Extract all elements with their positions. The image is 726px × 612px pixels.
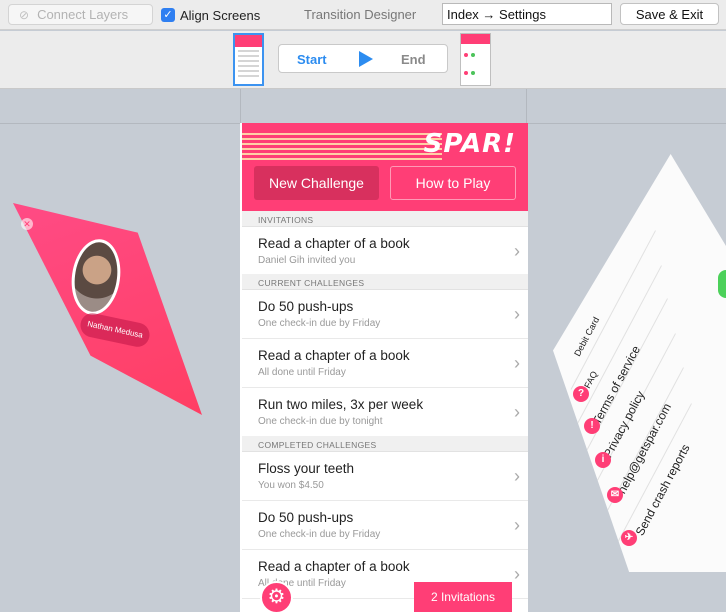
help-icon: ? [573,386,589,402]
start-end-control: Start End [278,44,448,73]
toggle-switch[interactable] [718,270,726,298]
close-icon: ✕ [21,218,33,230]
end-screen-thumbnail[interactable] [460,33,491,86]
row-divider [570,230,656,390]
row-subtitle: All done until Friday [258,367,346,378]
list-item[interactable]: Do 50 push-ups One check-in due by Frida… [242,290,528,339]
save-exit-button[interactable]: Save & Exit [620,3,719,25]
row-title: Read a chapter of a book [258,559,410,574]
row-title: Floss your teeth [258,461,355,476]
chevron-right-icon: › [514,564,520,584]
section-header-completed: COMPLETED CHALLENGES [242,436,528,452]
chevron-right-icon: › [514,515,520,535]
thumbnail-dot [471,53,475,57]
mail-icon: ✉ [607,487,623,503]
row-title: Read a chapter of a book [258,236,410,251]
row-subtitle: One check-in due by Friday [258,318,381,329]
start-label[interactable]: Start [297,52,327,67]
row-subtitle: Daniel Gih invited you [258,255,356,266]
right-transition-screen[interactable] [553,154,726,572]
chevron-right-icon: › [514,241,520,261]
thumbnail-line [238,70,259,72]
window-title: Transition Designer [304,7,417,22]
row-title: Do 50 push-ups [258,510,354,525]
info-icon: i [595,452,611,468]
list-item[interactable]: Do 50 push-ups One check-in due by Frida… [242,501,528,550]
header-stripes [242,133,442,161]
link-icon: ⊘ [19,7,30,22]
thumbnail-header [461,34,490,44]
list-item[interactable]: Read a chapter of a book All done until … [242,339,528,388]
thumbnail-line [238,75,259,77]
connect-layers-label: Connect Layers [37,7,129,22]
end-label[interactable]: End [401,52,426,67]
connect-layers-button[interactable]: ⊘ Connect Layers [8,4,153,25]
list-item[interactable]: Run two miles, 3x per week One check-in … [242,388,528,437]
row-divider [576,265,662,425]
invitations-button[interactable]: 2 Invitations [414,582,512,612]
align-screens-toggle[interactable]: ✓ Align Screens [161,6,260,24]
chevron-right-icon: › [514,304,520,324]
transport-bar: Start End [0,31,726,89]
thumbnail-dot [464,71,468,75]
thumbnail-header [235,35,262,47]
how-to-play-button[interactable]: How to Play [390,166,516,200]
chevron-right-icon: › [514,466,520,486]
row-subtitle: One check-in due by Friday [258,529,381,540]
toolbar: ⊘ Connect Layers ✓ Align Screens Transit… [0,0,726,30]
row-title: Read a chapter of a book [258,348,410,363]
thumbnail-line [238,65,259,67]
row-subtitle: One check-in due by tonight [258,416,383,427]
align-screens-label: Align Screens [180,7,261,23]
new-challenge-button[interactable]: New Challenge [254,166,379,200]
thumbnail-line [238,55,259,57]
row-title: Run two miles, 3x per week [258,397,424,412]
app-header: SPAR! New Challenge How to Play [242,123,528,211]
thumbnail-line [238,60,259,62]
play-icon[interactable] [359,51,373,67]
section-header-current: CURRENT CHALLENGES [242,274,528,290]
crash-icon: ✈ [621,530,637,546]
document-icon: ! [584,418,600,434]
list-item[interactable]: Floss your teeth You won $4.50 › [242,452,528,501]
section-header-invitations: INVITATIONS [242,211,528,227]
center-phone-screen: SPAR! New Challenge How to Play INVITATI… [240,123,528,612]
chevron-right-icon: › [514,353,520,373]
row-subtitle: You won $4.50 [258,480,324,491]
chevron-right-icon: › [514,402,520,422]
row-title: Do 50 push-ups [258,299,354,314]
thumbnail-line [238,50,259,52]
settings-gear-icon[interactable]: ⚙ [260,581,293,612]
list-item[interactable]: Read a chapter of a book Daniel Gih invi… [242,227,528,276]
start-screen-thumbnail[interactable] [233,33,264,86]
thumbnail-dot [471,71,475,75]
spar-logo: SPAR! [423,129,516,159]
thumbnail-dot [464,53,468,57]
align-screens-checkbox[interactable]: ✓ [161,8,175,22]
transition-name-field[interactable]: Index → Settings [442,3,612,25]
left-transition-screen[interactable] [13,203,202,415]
